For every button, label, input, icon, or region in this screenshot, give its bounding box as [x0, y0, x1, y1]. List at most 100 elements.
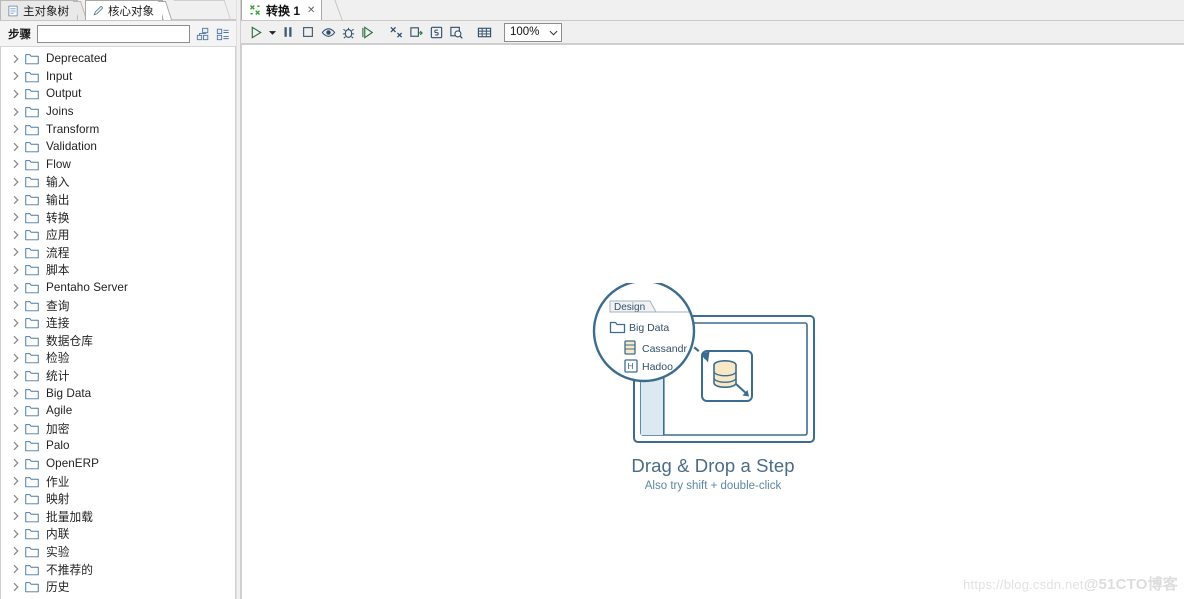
folder-icon	[25, 388, 39, 399]
tree-item-label: Input	[46, 69, 73, 83]
run-options-dropdown[interactable]	[266, 22, 278, 42]
close-icon[interactable]: ✕	[307, 5, 315, 16]
pause-button[interactable]	[278, 22, 298, 42]
chevron-right-icon[interactable]	[10, 457, 22, 469]
transformation-canvas[interactable]: Design Big Data Cassandr H Hadoo Drag & …	[241, 44, 1184, 599]
tree-item[interactable]: 转换	[1, 208, 235, 226]
chevron-right-icon[interactable]	[10, 211, 22, 223]
tab-core-objects[interactable]: 核心对象	[85, 0, 173, 20]
tree-item[interactable]: Output	[1, 85, 235, 103]
verify-button[interactable]	[386, 22, 406, 42]
tree-item[interactable]: 历史	[1, 578, 235, 596]
run-button[interactable]	[246, 22, 266, 42]
tree-item[interactable]: Big Data	[1, 384, 235, 402]
chevron-right-icon[interactable]	[10, 528, 22, 540]
empty-state-subtitle: Also try shift + double-click	[644, 480, 782, 492]
chevron-right-icon[interactable]	[10, 141, 22, 153]
impact-analysis-button[interactable]	[406, 22, 426, 42]
chevron-right-icon[interactable]	[10, 264, 22, 276]
tree-item[interactable]: 内联	[1, 525, 235, 543]
chevron-right-icon[interactable]	[10, 282, 22, 294]
tree-item[interactable]: 检验	[1, 349, 235, 367]
tree-item[interactable]: Pentaho Server	[1, 279, 235, 297]
chevron-right-icon[interactable]	[10, 475, 22, 487]
chevron-right-icon[interactable]	[10, 70, 22, 82]
chevron-right-icon[interactable]	[10, 123, 22, 135]
chevron-right-icon[interactable]	[10, 53, 22, 65]
replay-button[interactable]	[358, 22, 378, 42]
chevron-right-icon[interactable]	[10, 563, 22, 575]
tree-item[interactable]: 映射	[1, 490, 235, 508]
tree-item-label: Pentaho Server	[46, 281, 128, 295]
tree-item[interactable]: 实验	[1, 543, 235, 561]
chevron-right-icon[interactable]	[10, 176, 22, 188]
tree-item-label: 实验	[46, 545, 70, 559]
folder-icon	[25, 353, 39, 364]
debug-button[interactable]	[338, 22, 358, 42]
tab-transformation-1[interactable]: 转换 1 ✕	[241, 0, 323, 20]
tree-item[interactable]: 脚本	[1, 261, 235, 279]
tree-item[interactable]: 流程	[1, 244, 235, 262]
tree-item[interactable]: 统计	[1, 367, 235, 385]
tree-item[interactable]: Validation	[1, 138, 235, 156]
tree-item[interactable]: OpenERP	[1, 455, 235, 473]
tree-item[interactable]: 不推荐的	[1, 560, 235, 578]
tree-item[interactable]: 查询	[1, 296, 235, 314]
chevron-right-icon[interactable]	[10, 334, 22, 346]
database-cylinder-icon	[713, 360, 737, 389]
canvas-empty-state: Design Big Data Cassandr H Hadoo Drag & …	[523, 283, 903, 492]
tree-item[interactable]: Agile	[1, 402, 235, 420]
folder-icon	[25, 142, 39, 153]
folder-icon	[25, 371, 39, 382]
sql-button[interactable]	[426, 22, 446, 42]
chevron-right-icon[interactable]	[10, 422, 22, 434]
folder-icon	[25, 177, 39, 188]
chevron-right-icon[interactable]	[10, 299, 22, 311]
tree-item[interactable]: 作业	[1, 472, 235, 490]
tree-item[interactable]: Flow	[1, 156, 235, 174]
tab-main-object-tree[interactable]: 主对象树	[0, 0, 88, 20]
chevron-right-icon[interactable]	[10, 88, 22, 100]
tree-item[interactable]: Deprecated	[1, 50, 235, 68]
chevron-right-icon[interactable]	[10, 194, 22, 206]
tree-item[interactable]: 应用	[1, 226, 235, 244]
tree-item[interactable]: 连接	[1, 314, 235, 332]
chevron-right-icon[interactable]	[10, 229, 22, 241]
chevron-right-icon[interactable]	[10, 387, 22, 399]
chevron-right-icon[interactable]	[10, 317, 22, 329]
chevron-right-icon[interactable]	[10, 405, 22, 417]
chevron-right-icon[interactable]	[10, 158, 22, 170]
stop-button[interactable]	[298, 22, 318, 42]
tree-item[interactable]: 输出	[1, 191, 235, 209]
tree-item[interactable]: Palo	[1, 437, 235, 455]
tree-item[interactable]: 加密	[1, 419, 235, 437]
tree-item[interactable]: Input	[1, 68, 235, 86]
grid-button[interactable]	[474, 22, 494, 42]
tree-item[interactable]: 数据仓库	[1, 332, 235, 350]
chevron-right-icon[interactable]	[10, 440, 22, 452]
list-icon[interactable]	[216, 27, 230, 41]
steps-tree[interactable]: Deprecated Input Output Joins Transform Valid…	[0, 47, 236, 599]
tree-item[interactable]: Joins	[1, 103, 235, 121]
chevron-right-icon[interactable]	[10, 493, 22, 505]
folder-icon	[25, 318, 39, 329]
inspect-button[interactable]	[446, 22, 466, 42]
chevron-right-icon[interactable]	[10, 352, 22, 364]
chevron-right-icon[interactable]	[10, 369, 22, 381]
editor-tab-label: 转换 1	[266, 3, 301, 18]
chevron-right-icon[interactable]	[10, 246, 22, 258]
tree-item[interactable]: Transform	[1, 120, 235, 138]
tree-item-label: 输入	[46, 176, 70, 190]
zoom-level-combobox[interactable]: 100%	[504, 22, 562, 42]
chevron-right-icon[interactable]	[10, 581, 22, 593]
tree-item[interactable]: 输入	[1, 173, 235, 191]
preview-button[interactable]	[318, 22, 338, 42]
chevron-right-icon[interactable]	[10, 106, 22, 118]
magnifier-design-tab-label: Design	[614, 302, 645, 313]
folder-icon	[25, 265, 39, 276]
search-input[interactable]	[37, 24, 190, 43]
chevron-right-icon[interactable]	[10, 545, 22, 557]
tree-item[interactable]: 批量加载	[1, 507, 235, 525]
chevron-right-icon[interactable]	[10, 510, 22, 522]
hierarchy-icon[interactable]	[196, 27, 210, 41]
